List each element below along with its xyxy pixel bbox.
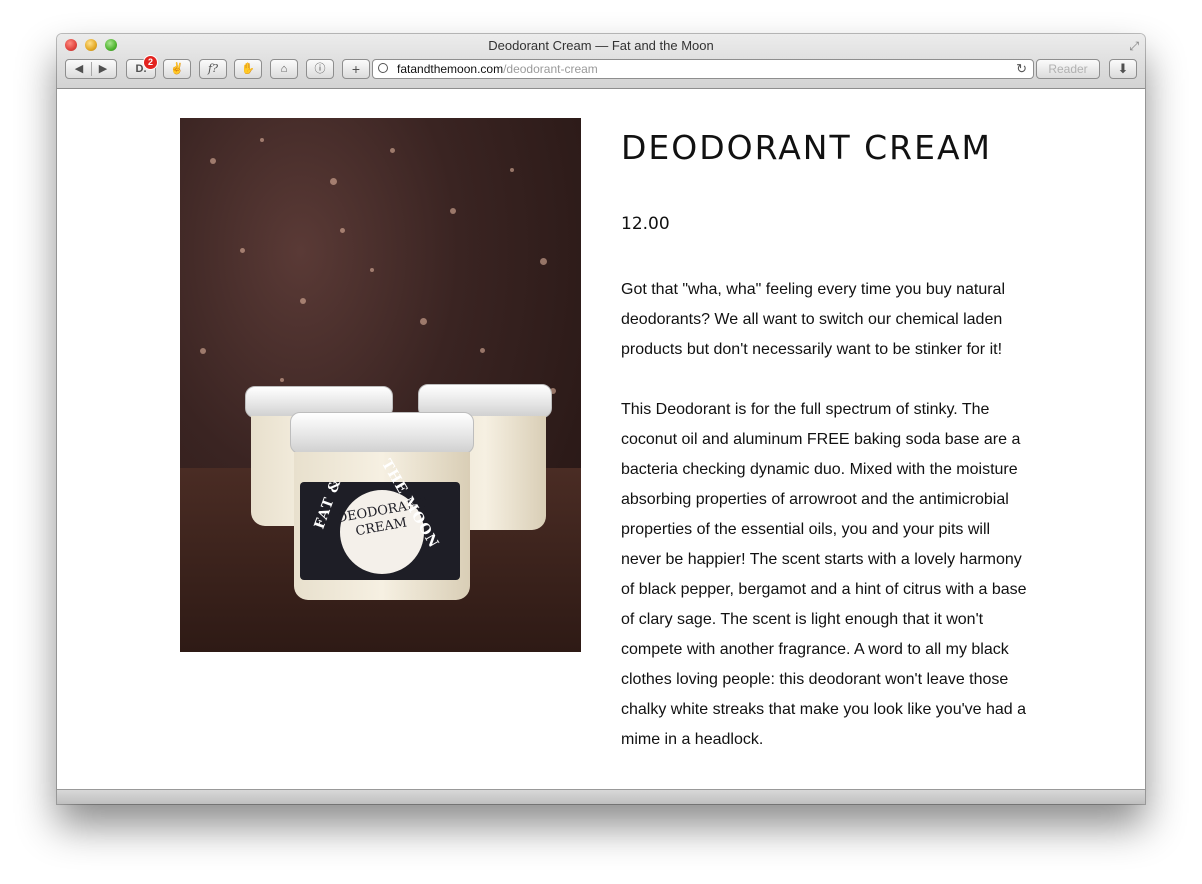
extension-font-button[interactable]: f? xyxy=(199,59,227,79)
url-path: /deodorant-cream xyxy=(503,62,598,76)
bokeh-dot xyxy=(280,378,284,382)
product-description-1: Got that "wha, wha" feeling every time y… xyxy=(621,281,1006,358)
bokeh-dot xyxy=(300,298,306,304)
bokeh-dot xyxy=(540,258,547,265)
window-title: Deodorant Cream — Fat and the Moon xyxy=(488,38,714,53)
add-bookmark-button[interactable]: + xyxy=(342,59,370,79)
product-image[interactable]: FAT & DEODORANT CREAM THE MOON xyxy=(180,118,581,652)
nav-divider xyxy=(91,62,92,76)
product-price: 12.00 xyxy=(621,214,670,234)
reload-icon[interactable]: ↻ xyxy=(1016,61,1027,77)
bokeh-dot xyxy=(480,348,485,353)
extension-hand-button[interactable]: ✋ xyxy=(234,59,262,79)
jar-label: FAT & DEODORANT CREAM THE MOON xyxy=(300,457,460,580)
notification-badge: 2 xyxy=(144,56,157,69)
site-icon xyxy=(378,63,388,73)
product-title: DEODORANT CREAM xyxy=(621,128,992,167)
url-text[interactable]: fatandthemoon.com/deodorant-cream xyxy=(397,62,598,76)
reader-button[interactable]: Reader xyxy=(1036,59,1100,79)
bokeh-dot xyxy=(450,208,456,214)
bokeh-dot xyxy=(370,268,374,272)
bokeh-dot xyxy=(260,138,264,142)
bokeh-dot xyxy=(240,248,245,253)
address-bar[interactable]: fatandthemoon.com/deodorant-cream ↻ xyxy=(372,59,1034,79)
pocket-button[interactable]: ⌂ xyxy=(270,59,298,79)
bokeh-dot xyxy=(390,148,395,153)
bokeh-dot xyxy=(210,158,216,164)
bokeh-dot xyxy=(420,318,427,325)
forward-button[interactable]: ▶ xyxy=(91,60,115,78)
bokeh-dot xyxy=(200,348,206,354)
page-content: FAT & DEODORANT CREAM THE MOON DEODORANT… xyxy=(57,89,1145,789)
browser-window: Deodorant Cream — Fat and the Moon ⤢ ◀ ▶ … xyxy=(57,34,1145,804)
title-bar: Deodorant Cream — Fat and the Moon ⤢ ◀ ▶ … xyxy=(57,34,1145,89)
url-domain: fatandthemoon.com xyxy=(397,62,504,76)
jar-lid xyxy=(290,412,474,454)
back-forward-group: ◀ ▶ xyxy=(65,59,117,79)
extension-info-button[interactable]: ⓘ xyxy=(306,59,334,79)
jar-front: FAT & DEODORANT CREAM THE MOON xyxy=(290,412,474,602)
status-bar xyxy=(57,789,1145,804)
fullscreen-icon[interactable]: ⤢ xyxy=(1129,39,1139,54)
back-button[interactable]: ◀ xyxy=(67,60,91,78)
bokeh-dot xyxy=(510,168,514,172)
extension-peace-button[interactable]: ✌ xyxy=(163,59,191,79)
bokeh-dot xyxy=(330,178,337,185)
product-description-2: This Deodorant is for the full spectrum … xyxy=(621,401,1027,748)
downloads-button[interactable]: ⬇ xyxy=(1109,59,1137,79)
bokeh-dot xyxy=(340,228,345,233)
